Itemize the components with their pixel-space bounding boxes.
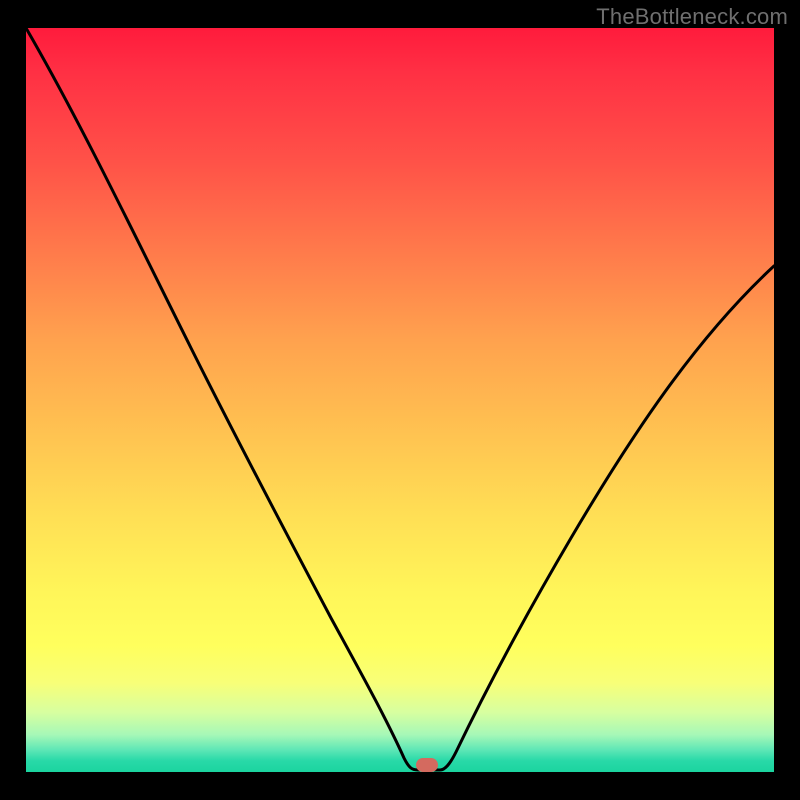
chart-frame: TheBottleneck.com — [0, 0, 800, 800]
bottleneck-curve-path — [26, 28, 774, 770]
optimal-point-marker — [416, 758, 438, 772]
plot-area — [26, 28, 774, 772]
bottleneck-curve — [26, 28, 774, 772]
watermark-text: TheBottleneck.com — [596, 4, 788, 30]
